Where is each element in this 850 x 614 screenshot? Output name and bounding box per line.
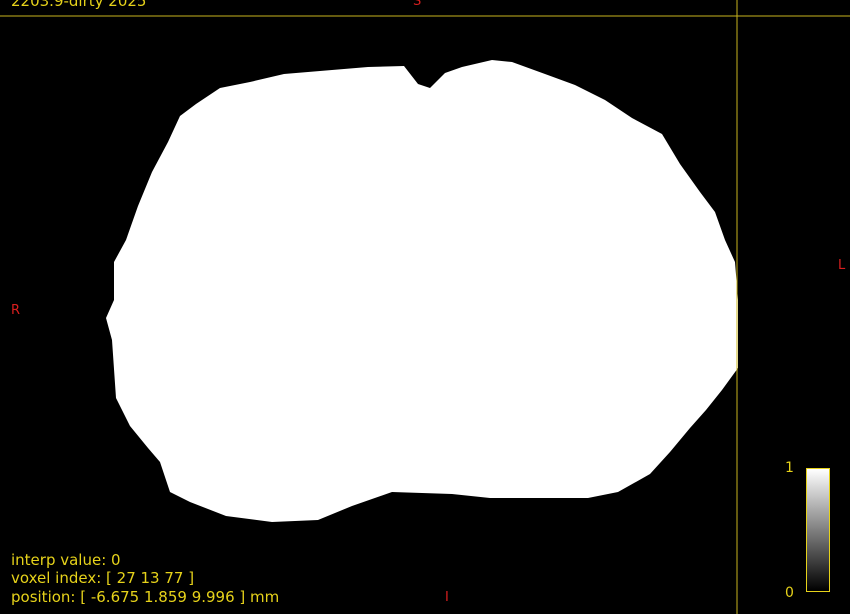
brain-mask-region xyxy=(106,60,738,522)
voxel-index-readout: voxel index: [ 27 13 77 ] xyxy=(11,569,195,587)
orientation-left-label: L xyxy=(838,258,846,273)
slice-viewer[interactable]: 2203.9-dirty 2025 S R L I interp value: … xyxy=(0,0,850,614)
colorbar-min-label: 0 xyxy=(785,585,794,601)
position-readout: position: [ -6.675 1.859 9.996 ] mm xyxy=(11,588,280,606)
colorbar xyxy=(806,468,830,592)
interp-value-readout: interp value: 0 xyxy=(11,551,121,569)
orientation-right-label: R xyxy=(11,303,21,318)
orientation-superior-label: S xyxy=(413,0,422,9)
slice-canvas[interactable] xyxy=(0,0,850,614)
colorbar-max-label: 1 xyxy=(785,460,794,476)
version-label: 2203.9-dirty 2025 xyxy=(11,0,147,10)
orientation-inferior-label: I xyxy=(445,590,449,605)
